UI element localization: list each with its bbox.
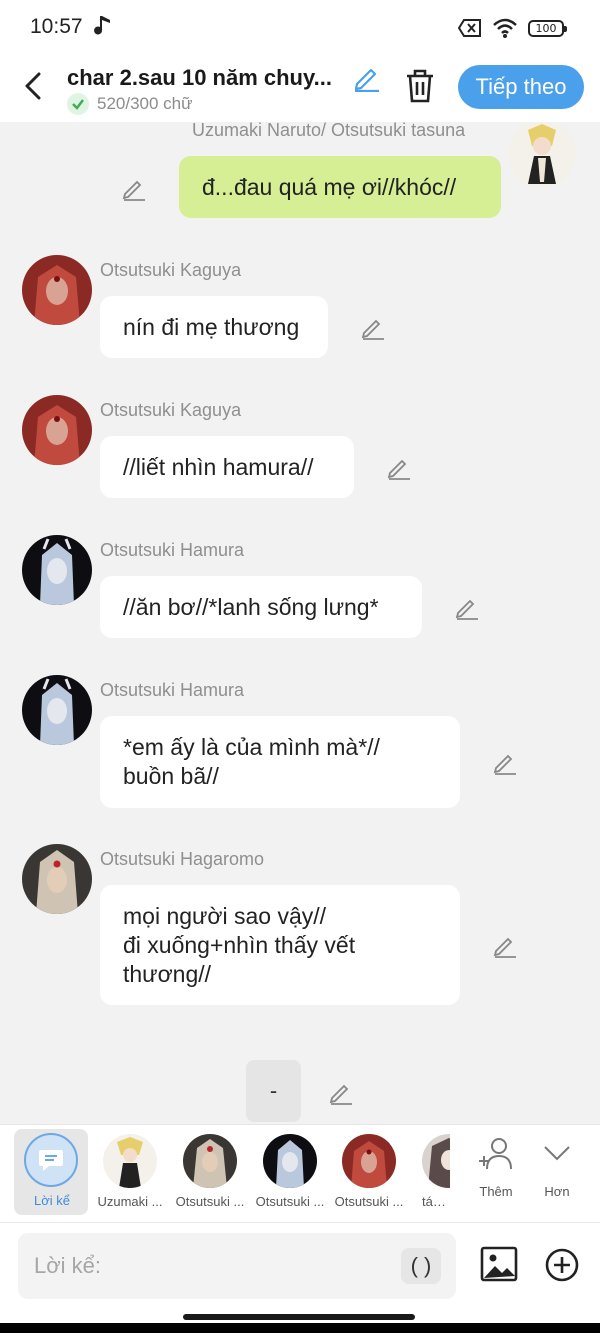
character-selector[interactable]: Uzumaki ...	[92, 1129, 168, 1215]
sender-name: Otsutsuki Kaguya	[100, 260, 242, 280]
home-indicator[interactable]	[183, 1314, 415, 1320]
add-character-button[interactable]: Thêm	[466, 1135, 526, 1199]
character-label: Otsutsuki ...	[255, 1194, 325, 1209]
message-bubble[interactable]: mọi người sao vậy// đi xuống+nhìn thấy v…	[100, 885, 460, 1005]
avatar-hamura	[263, 1134, 317, 1188]
message-line: thương//	[123, 961, 212, 987]
sender-name: Otsutsuki Hamura	[100, 680, 245, 700]
character-bar: Lời kể Uzumaki ... Otsutsuki ... Otsutsu…	[0, 1124, 600, 1222]
narrator-selector[interactable]: Lời kể	[14, 1129, 88, 1215]
music-note-icon	[94, 16, 110, 35]
plus-circle-icon[interactable]	[544, 1247, 580, 1283]
avatar-naruto[interactable]	[508, 122, 576, 188]
close-box-icon	[458, 19, 481, 37]
input-bar: ( )	[0, 1222, 600, 1310]
chat-bubble-icon	[24, 1133, 78, 1187]
back-arrow-icon	[25, 72, 41, 100]
avatar-naruto	[103, 1134, 157, 1188]
sender-name: Otsutsuki Hagaromo	[100, 849, 265, 869]
page-title[interactable]: char 2.sau 10 năm chuy...	[67, 65, 347, 91]
message-line: *em ấy là của mình mà*//	[123, 734, 380, 760]
sender-name: Otsutsuki Hamura	[100, 540, 245, 560]
narration-input[interactable]	[34, 1247, 394, 1285]
battery-icon: 100	[528, 19, 567, 37]
character-label: Otsutsuki ...	[334, 1194, 404, 1209]
next-button[interactable]: Tiếp theo	[458, 65, 584, 109]
sender-name: Otsutsuki Kaguya	[100, 400, 242, 420]
message-bubble[interactable]: //liết nhìn hamura//	[100, 436, 354, 498]
status-time: 10:57	[30, 15, 83, 38]
message-line: buồn bã//	[123, 763, 219, 789]
message-line: mọi người sao vậy//	[123, 903, 327, 929]
add-person-icon	[479, 1138, 512, 1170]
editor-header: char 2.sau 10 năm chuy... 520/300 chữ Ti…	[0, 56, 600, 122]
avatar-kaguya[interactable]	[22, 255, 92, 325]
character-selector[interactable]: tác g	[414, 1129, 450, 1215]
edit-icon[interactable]	[360, 314, 386, 340]
avatar-hamura[interactable]	[22, 535, 92, 605]
edit-icon[interactable]	[386, 454, 412, 480]
avatar-hagaromo	[183, 1134, 237, 1188]
edit-icon[interactable]	[454, 594, 480, 620]
narration-input-box: ( )	[18, 1233, 456, 1299]
status-right-icons: 100	[458, 15, 567, 41]
character-label: Otsutsuki ...	[175, 1194, 245, 1209]
avatar-author	[422, 1134, 450, 1188]
trash-icon[interactable]	[404, 68, 436, 104]
avatar-hagaromo[interactable]	[22, 844, 92, 914]
avatar-hamura[interactable]	[22, 675, 92, 745]
edit-title-icon[interactable]	[352, 62, 382, 92]
message-bubble[interactable]: //ăn bơ//*lanh sống lưng*	[100, 576, 422, 638]
more-button[interactable]: Hơn	[527, 1135, 587, 1199]
avatar-kaguya	[342, 1134, 396, 1188]
character-selector[interactable]: Otsutsuki ...	[252, 1129, 328, 1215]
character-selector[interactable]: Otsutsuki ...	[331, 1129, 407, 1215]
edit-icon[interactable]	[492, 932, 518, 958]
more-label: Hơn	[544, 1184, 570, 1199]
character-selector[interactable]: Otsutsuki ...	[172, 1129, 248, 1215]
status-bar: 10:57 100	[0, 0, 600, 56]
image-icon[interactable]	[480, 1245, 518, 1283]
back-button[interactable]	[18, 66, 48, 106]
word-count-row: 520/300 chữ	[67, 93, 193, 115]
narrator-label: Lời kể	[34, 1193, 70, 1208]
sender-name: Uzumaki Naruto/ Otsutsuki tasuna	[192, 122, 466, 140]
edit-icon[interactable]	[492, 749, 518, 775]
edit-icon[interactable]	[328, 1079, 354, 1105]
edit-icon[interactable]	[121, 175, 147, 201]
avatar-kaguya[interactable]	[22, 395, 92, 465]
chat-area[interactable]: Uzumaki Naruto/ Otsutsuki tasuna đ...đau…	[0, 122, 600, 1124]
parentheses-button[interactable]: ( )	[401, 1248, 441, 1284]
screen-bottom-edge	[0, 1323, 600, 1333]
narration-box[interactable]: -	[246, 1060, 301, 1122]
check-icon	[67, 93, 89, 115]
add-label: Thêm	[479, 1184, 513, 1199]
wifi-icon	[493, 18, 517, 38]
message-bubble[interactable]: nín đi mẹ thương	[100, 296, 328, 358]
word-count: 520/300 chữ	[97, 94, 193, 113]
message-line: đi xuống+nhìn thấy vết	[123, 932, 356, 958]
character-label: Uzumaki ...	[97, 1194, 163, 1209]
character-label: tác g	[422, 1194, 450, 1209]
message-bubble[interactable]: *em ấy là của mình mà*// buồn bã//	[100, 716, 460, 808]
chevron-down-icon	[544, 1146, 570, 1161]
message-bubble[interactable]: đ...đau quá mẹ ơi//khóc//	[179, 156, 501, 218]
